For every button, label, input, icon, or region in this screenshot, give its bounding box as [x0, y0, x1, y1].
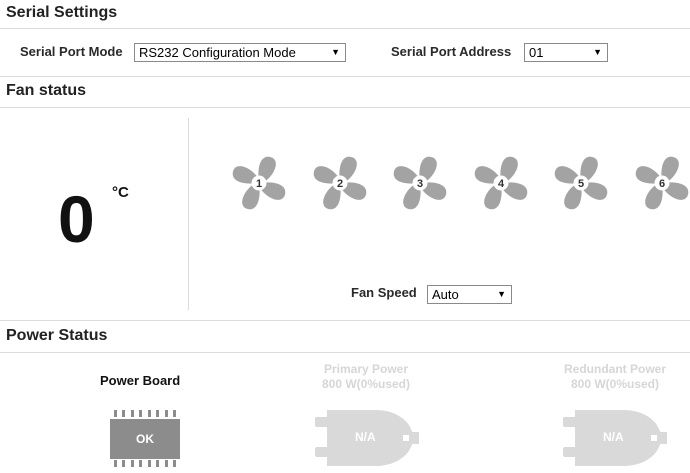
serial-settings-title: Serial Settings — [6, 4, 118, 21]
fan-number: 6 — [659, 178, 665, 190]
redundant-power-status: N/A — [603, 430, 624, 444]
temperature-value: 0 — [58, 182, 95, 256]
fan-number: 5 — [578, 178, 584, 190]
divider — [0, 107, 690, 108]
chevron-down-icon: ▼ — [497, 289, 506, 299]
fan-4-icon: 4 — [470, 152, 532, 214]
fan-6-icon: 6 — [631, 152, 690, 214]
chip-pins-bottom — [114, 460, 176, 467]
fan-3-icon: 3 — [389, 152, 451, 214]
serial-port-address-label: Serial Port Address — [391, 44, 512, 59]
divider — [0, 320, 690, 321]
chevron-down-icon: ▼ — [331, 47, 340, 57]
serial-port-address-value: 01 — [529, 45, 544, 60]
power-board-label: Power Board — [100, 373, 181, 388]
redundant-power-header: Redundant Power 800 W(0%used) — [545, 362, 685, 392]
temperature-unit: °C — [112, 184, 129, 201]
fan-1-icon: 1 — [228, 152, 290, 214]
primary-power-header: Primary Power 800 W(0%used) — [300, 362, 432, 392]
primary-power-status: N/A — [355, 430, 376, 444]
primary-power-plug-icon: N/A — [315, 402, 419, 473]
primary-power-label: Primary Power — [323, 362, 409, 376]
primary-power-capacity: 800 W(0%used) — [321, 377, 411, 391]
serial-port-mode-label: Serial Port Mode — [20, 44, 123, 59]
fan-speed-select[interactable]: Auto ▼ — [427, 285, 512, 304]
fan-5-icon: 5 — [550, 152, 612, 214]
redundant-power-plug-icon: N/A — [563, 402, 667, 473]
divider — [0, 352, 690, 353]
vertical-divider — [188, 118, 189, 310]
serial-port-mode-value: RS232 Configuration Mode — [139, 45, 296, 60]
fan-number: 4 — [498, 178, 505, 190]
power-board-status: OK — [110, 419, 180, 459]
fan-number: 3 — [417, 178, 423, 190]
fan-2-icon: 2 — [309, 152, 371, 214]
chip-pins-top — [114, 410, 176, 417]
fan-speed-value: Auto — [432, 287, 459, 302]
chevron-down-icon: ▼ — [593, 47, 602, 57]
serial-port-address-select[interactable]: 01 ▼ — [524, 43, 608, 62]
divider — [0, 76, 690, 77]
fan-number: 1 — [256, 178, 262, 190]
power-status-title: Power Status — [6, 327, 108, 344]
fan-status-title: Fan status — [6, 82, 87, 99]
divider — [0, 28, 690, 29]
fan-speed-label: Fan Speed — [351, 285, 417, 300]
redundant-power-label: Redundant Power — [563, 362, 666, 376]
power-board-chip-icon: OK — [110, 410, 180, 468]
fan-number: 2 — [337, 178, 343, 190]
redundant-power-capacity: 800 W(0%used) — [570, 377, 660, 391]
serial-port-mode-select[interactable]: RS232 Configuration Mode ▼ — [134, 43, 346, 62]
